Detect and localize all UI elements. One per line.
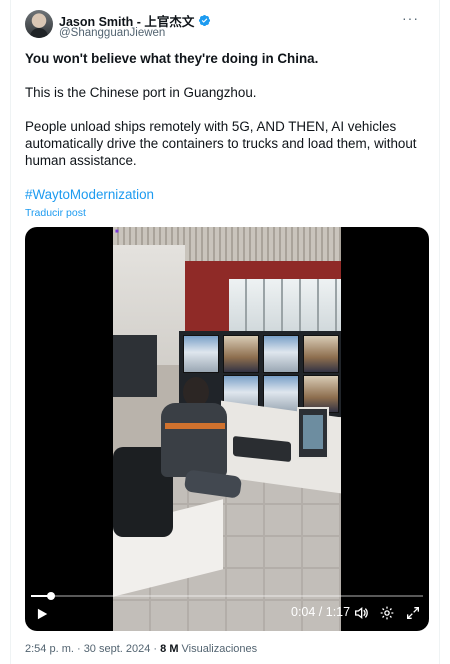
tweet-paragraph-2: People unload ships remotely with 5G, AN… bbox=[25, 119, 417, 168]
settings-gear-icon[interactable] bbox=[379, 605, 395, 621]
translate-post-link[interactable]: Traducir post bbox=[25, 207, 86, 219]
volume-icon[interactable] bbox=[353, 605, 369, 621]
views-label: Visualizaciones bbox=[178, 643, 258, 655]
channel-logo-icon: ■ bbox=[115, 229, 119, 235]
video-frame: ■ bbox=[113, 227, 341, 631]
more-icon[interactable]: ··· bbox=[402, 10, 419, 26]
timestamp[interactable]: 2:54 p. m. · 30 sept. 2024 · bbox=[25, 643, 160, 655]
tweet-headline: You won't believe what they're doing in … bbox=[25, 51, 319, 66]
tweet-text: You won't believe what they're doing in … bbox=[25, 50, 425, 186]
avatar[interactable] bbox=[25, 10, 53, 38]
fullscreen-icon[interactable] bbox=[405, 605, 421, 621]
video-progress-bar[interactable] bbox=[31, 592, 423, 600]
tweet-card: Jason Smith - 上官杰文 @ShangguanJiewen ··· … bbox=[10, 0, 440, 664]
video-progress-knob[interactable] bbox=[46, 592, 55, 600]
tweet-header: Jason Smith - 上官杰文 @ShangguanJiewen ··· bbox=[25, 10, 425, 42]
author-handle[interactable]: @ShangguanJiewen bbox=[59, 27, 165, 39]
video-controls: 0:04 / 1:17 bbox=[25, 591, 429, 631]
play-icon[interactable] bbox=[35, 607, 49, 621]
tweet-paragraph-1: This is the Chinese port in Guangzhou. bbox=[25, 85, 257, 100]
tweet-meta: 2:54 p. m. · 30 sept. 2024 · 8 M Visuali… bbox=[25, 643, 257, 655]
video-player[interactable]: ■ 0:04 / 1:17 bbox=[25, 227, 429, 631]
video-time: 0:04 / 1:17 bbox=[291, 605, 351, 619]
views-count: 8 M bbox=[160, 643, 179, 655]
verified-badge-icon bbox=[199, 14, 211, 27]
hashtag-link[interactable]: #WaytoModernization bbox=[25, 187, 154, 202]
